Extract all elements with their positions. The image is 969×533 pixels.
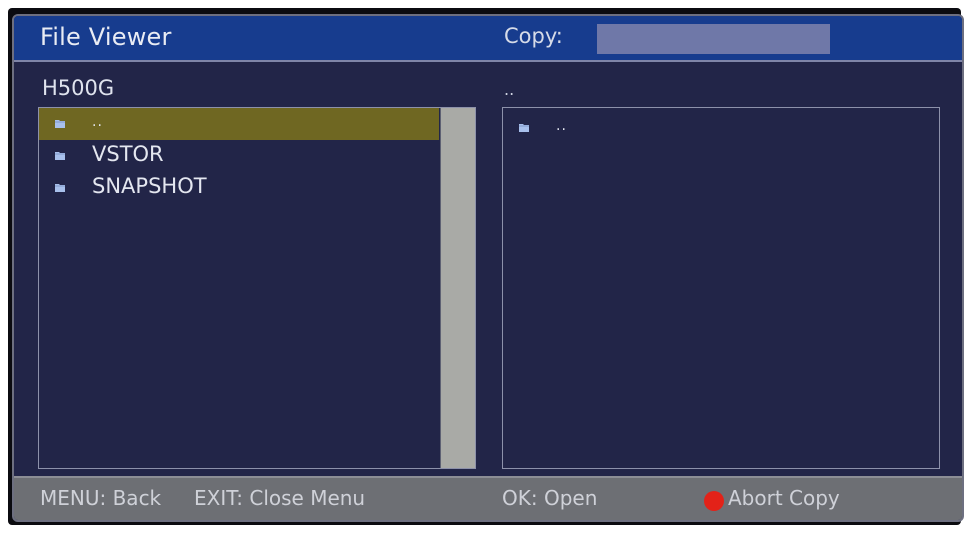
list-item-vstor[interactable]: VSTOR: [39, 140, 439, 172]
list-item-label: SNAPSHOT: [92, 174, 207, 198]
list-item-label: ..: [92, 114, 103, 130]
file-viewer-window: File Viewer Copy: H500G .. .. VSTOR SNAP: [12, 14, 964, 522]
list-item-label: ..: [556, 118, 567, 134]
title-bar: File Viewer Copy:: [14, 16, 962, 62]
left-scrollbar[interactable]: [440, 108, 475, 468]
list-item-parent-dir[interactable]: ..: [503, 112, 939, 144]
ok-open-hint[interactable]: OK: Open: [502, 486, 597, 510]
folder-icon: [55, 184, 65, 192]
list-item-label: VSTOR: [92, 142, 164, 166]
folder-icon: [55, 120, 65, 128]
exit-close-menu-hint[interactable]: EXIT: Close Menu: [194, 486, 365, 510]
footer-hint-bar: MENU: Back EXIT: Close Menu OK: Open Abo…: [14, 476, 962, 520]
list-item-snapshot[interactable]: SNAPSHOT: [39, 172, 439, 204]
right-file-list[interactable]: ..: [502, 107, 940, 469]
copy-label: Copy:: [504, 24, 563, 48]
folder-icon: [519, 124, 529, 132]
left-file-list[interactable]: .. VSTOR SNAPSHOT: [38, 107, 476, 469]
copy-progress-bar: [597, 24, 830, 54]
list-item-parent-dir[interactable]: ..: [39, 108, 439, 140]
red-button-icon: [704, 491, 724, 511]
abort-copy-hint[interactable]: Abort Copy: [728, 486, 840, 510]
left-pane-path: H500G: [42, 76, 115, 100]
folder-icon: [55, 152, 65, 160]
window-title: File Viewer: [40, 23, 172, 51]
right-pane-path: ..: [504, 80, 515, 99]
menu-back-hint[interactable]: MENU: Back: [40, 486, 161, 510]
